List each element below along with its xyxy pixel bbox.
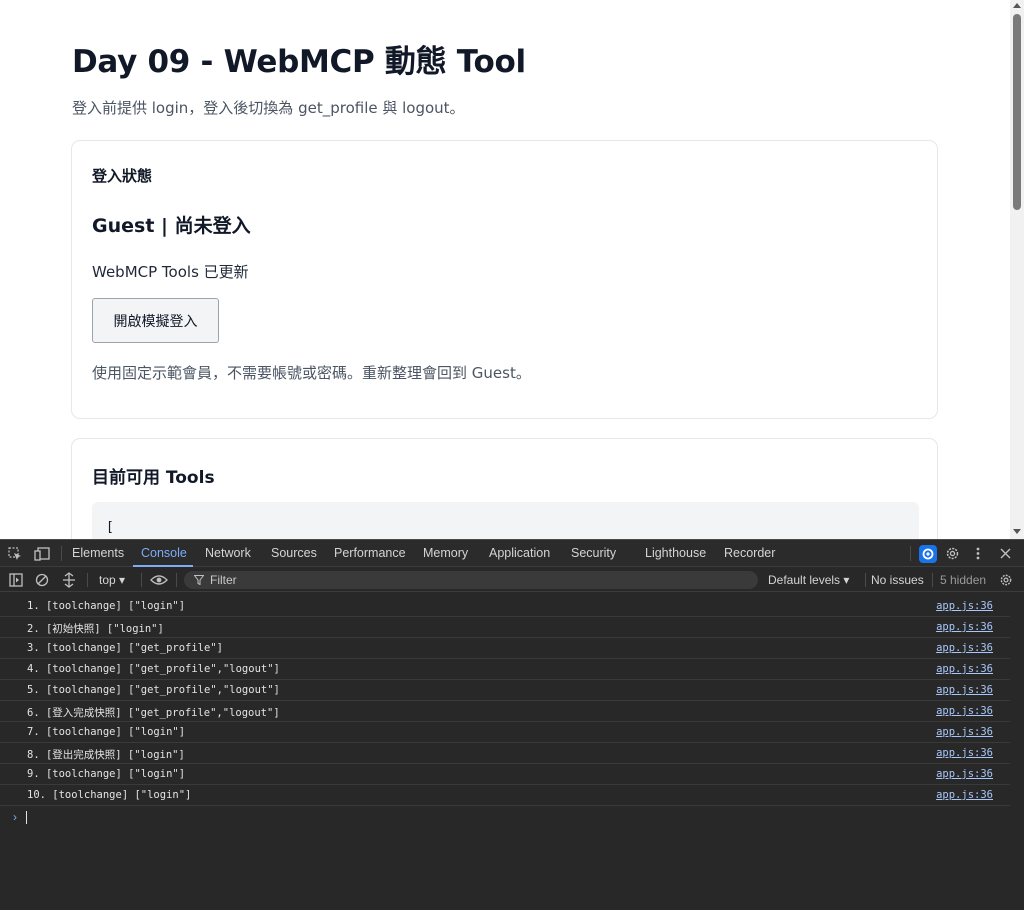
filter-placeholder: Filter xyxy=(210,573,237,587)
close-devtools-icon[interactable] xyxy=(1000,548,1011,559)
available-tools-heading: 目前可用 Tools xyxy=(92,468,215,488)
tab-network[interactable]: Network xyxy=(205,546,251,560)
login-status-heading: 登入狀態 xyxy=(92,167,153,185)
active-tab-indicator xyxy=(133,565,193,567)
console-message: 1. [toolchange] ["login"] app.js:36 xyxy=(0,596,1010,617)
console-filter-input[interactable]: Filter xyxy=(184,571,758,589)
source-link[interactable]: app.js:36 xyxy=(936,663,993,675)
tab-lighthouse[interactable]: Lighthouse xyxy=(645,546,706,560)
toolbar-divider xyxy=(865,573,866,587)
tab-security[interactable]: Security xyxy=(571,546,616,560)
settings-gear-icon[interactable] xyxy=(945,546,960,561)
toolbar-divider xyxy=(176,573,177,587)
console-input-caret[interactable] xyxy=(26,811,27,824)
source-link[interactable]: app.js:36 xyxy=(936,621,993,633)
tab-recorder[interactable]: Recorder xyxy=(724,546,775,560)
console-message-text: 1. [toolchange] ["login"] xyxy=(27,600,186,612)
toolbar-divider xyxy=(141,573,142,587)
open-mock-login-button[interactable]: 開啟模擬登入 xyxy=(92,298,219,343)
scrollbar-thumb[interactable] xyxy=(1013,14,1021,210)
ai-assistant-icon[interactable] xyxy=(919,545,937,563)
console-message: 7. [toolchange] ["login"] app.js:36 xyxy=(0,722,1010,743)
tools-code-block: [ xyxy=(92,502,919,539)
tab-sources[interactable]: Sources xyxy=(271,546,317,560)
more-options-icon[interactable] xyxy=(975,546,981,561)
console-message: 8. [登出完成快照] ["login"] app.js:36 xyxy=(0,743,1010,764)
devtools-tabbar: Elements Console Network Sources Perform… xyxy=(0,540,1024,567)
console-message: 6. [登入完成快照] ["get_profile","logout"] app… xyxy=(0,701,1010,722)
console-message-text: 2. [初始快照] ["login"] xyxy=(27,623,164,635)
log-levels-dropdown[interactable]: Default levels ▾ xyxy=(768,573,849,587)
console-message-text: 6. [登入完成快照] ["get_profile","logout"] xyxy=(27,707,280,719)
console-message-text: 4. [toolchange] ["get_profile","logout"] xyxy=(27,663,280,675)
console-toolbar: top ▾ Filter Default levels ▾ No issues … xyxy=(0,568,1024,592)
console-message-text: 3. [toolchange] ["get_profile"] xyxy=(27,642,223,654)
console-message: 10. [toolchange] ["login"] app.js:36 xyxy=(0,785,1010,806)
device-toolbar-icon[interactable] xyxy=(34,547,50,561)
console-message-text: 10. [toolchange] ["login"] xyxy=(27,789,192,801)
login-note: 使用固定示範會員，不需要帳號或密碼。重新整理會回到 Guest。 xyxy=(92,364,531,382)
console-message-text: 9. [toolchange] ["login"] xyxy=(27,768,186,780)
create-live-expression-icon[interactable] xyxy=(62,572,76,588)
tab-console[interactable]: Console xyxy=(141,546,187,560)
page-title: Day 09 - WebMCP 動態 Tool xyxy=(72,44,526,80)
tools-code-text: [ xyxy=(106,520,114,535)
toolbar-divider xyxy=(932,573,933,587)
source-link[interactable]: app.js:36 xyxy=(936,705,993,717)
eye-icon[interactable] xyxy=(150,573,168,587)
clear-console-icon[interactable] xyxy=(35,573,49,587)
page-content: Day 09 - WebMCP 動態 Tool 登入前提供 login，登入後切… xyxy=(0,0,1010,539)
console-settings-gear-icon[interactable] xyxy=(999,573,1013,587)
source-link[interactable]: app.js:36 xyxy=(936,600,993,612)
hidden-messages-count: 5 hidden xyxy=(940,573,987,587)
tools-updated-message: WebMCP Tools 已更新 xyxy=(92,263,249,281)
devtools-panel: Elements Console Network Sources Perform… xyxy=(0,539,1024,910)
tab-performance[interactable]: Performance xyxy=(334,546,406,560)
page-scrollbar[interactable] xyxy=(1010,0,1024,539)
console-message-text: 5. [toolchange] ["get_profile","logout"] xyxy=(27,684,280,696)
user-status-text: Guest | 尚未登入 xyxy=(92,215,251,237)
console-message-text: 7. [toolchange] ["login"] xyxy=(27,726,186,738)
source-link[interactable]: app.js:36 xyxy=(936,768,993,780)
scroll-up-arrow-icon[interactable] xyxy=(1013,3,1021,8)
toolbar-divider xyxy=(87,573,88,587)
login-status-card: 登入狀態 Guest | 尚未登入 WebMCP Tools 已更新 開啟模擬登… xyxy=(71,140,938,419)
console-message: 4. [toolchange] ["get_profile","logout"]… xyxy=(0,659,1010,680)
page-viewport: Day 09 - WebMCP 動態 Tool 登入前提供 login，登入後切… xyxy=(0,0,1024,539)
available-tools-card: 目前可用 Tools [ xyxy=(71,438,938,539)
context-selector[interactable]: top ▾ xyxy=(99,573,125,587)
console-message: 3. [toolchange] ["get_profile"] app.js:3… xyxy=(0,638,1010,659)
tab-elements[interactable]: Elements xyxy=(72,546,124,560)
tabbar-divider xyxy=(910,546,911,561)
console-message: 5. [toolchange] ["get_profile","logout"]… xyxy=(0,680,1010,701)
source-link[interactable]: app.js:36 xyxy=(936,789,993,801)
sidebar-toggle-icon[interactable] xyxy=(9,573,23,587)
source-link[interactable]: app.js:36 xyxy=(936,726,993,738)
source-link[interactable]: app.js:36 xyxy=(936,642,993,654)
console-message-text: 8. [登出完成快照] ["login"] xyxy=(27,749,185,761)
issues-counter[interactable]: No issues xyxy=(871,573,924,587)
filter-funnel-icon xyxy=(194,575,204,585)
tab-application[interactable]: Application xyxy=(489,546,550,560)
source-link[interactable]: app.js:36 xyxy=(936,684,993,696)
console-message: 9. [toolchange] ["login"] app.js:36 xyxy=(0,764,1010,785)
scroll-down-arrow-icon[interactable] xyxy=(1013,529,1021,534)
source-link[interactable]: app.js:36 xyxy=(936,747,993,759)
tabbar-divider xyxy=(61,546,62,561)
tab-memory[interactable]: Memory xyxy=(423,546,468,560)
console-message: 2. [初始快照] ["login"] app.js:36 xyxy=(0,617,1010,638)
page-subtitle: 登入前提供 login，登入後切換為 get_profile 與 logout。 xyxy=(72,99,465,117)
console-prompt-icon: › xyxy=(13,810,17,824)
inspect-element-icon[interactable] xyxy=(8,547,22,561)
